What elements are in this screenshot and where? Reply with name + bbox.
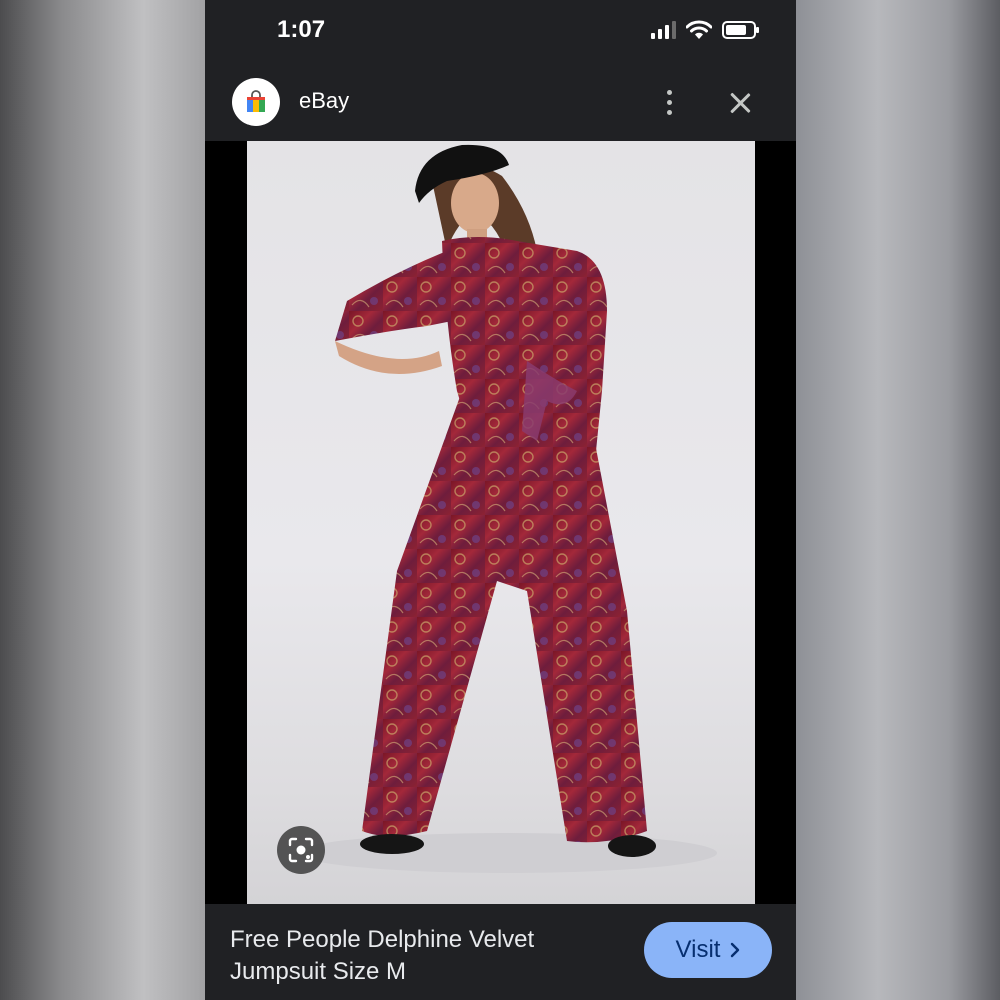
- lens-search-icon: [288, 837, 314, 863]
- site-name[interactable]: eBay: [299, 88, 349, 114]
- battery-icon: [722, 21, 759, 39]
- visit-label: Visit: [675, 936, 721, 963]
- product-image-area: [205, 141, 796, 904]
- status-time: 1:07: [277, 16, 326, 43]
- product-title[interactable]: Free People Delphine Velvet Jumpsuit Siz…: [230, 924, 610, 988]
- phone-screen: 1:07 eBay Free People Delphine Velvet Ju…: [205, 0, 796, 1000]
- site-favicon[interactable]: [232, 78, 280, 126]
- more-vert-icon[interactable]: [655, 86, 683, 118]
- app-header: eBay: [205, 72, 796, 132]
- caption-bar: Free People Delphine Velvet Jumpsuit Siz…: [205, 904, 796, 1000]
- status-icons: [651, 20, 759, 40]
- signal-icon: [651, 21, 676, 39]
- left-backdrop: [0, 0, 205, 1000]
- status-bar: 1:07: [205, 0, 796, 60]
- product-photo[interactable]: [247, 141, 755, 904]
- right-backdrop: [796, 0, 1000, 1000]
- shopping-bag-icon: [247, 90, 265, 112]
- close-icon[interactable]: [725, 88, 755, 118]
- visit-button[interactable]: Visit: [644, 922, 772, 978]
- lens-icon[interactable]: [277, 826, 325, 874]
- wifi-icon: [686, 20, 712, 39]
- chevron-right-icon: [731, 942, 740, 958]
- model-illustration: [297, 144, 717, 873]
